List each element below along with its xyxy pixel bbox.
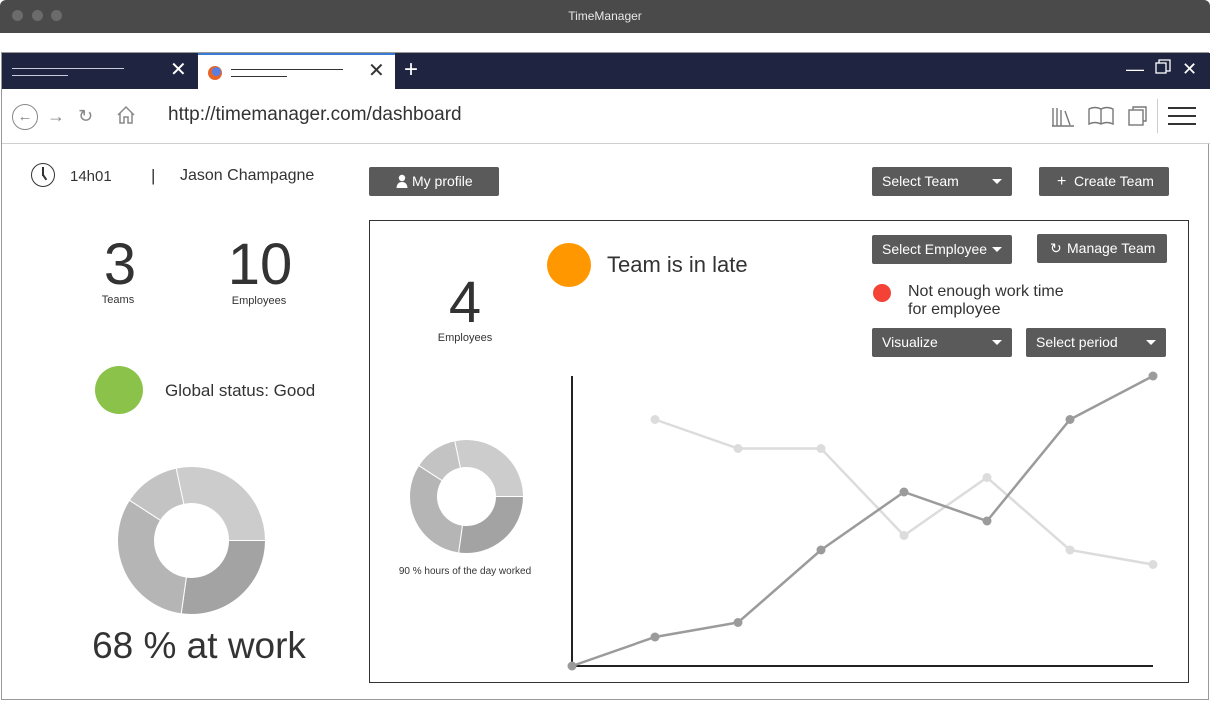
global-status-indicator (95, 366, 143, 414)
tab-title-placeholder (231, 69, 343, 70)
donut-slice (458, 496, 524, 554)
data-point (816, 444, 826, 453)
my-profile-button[interactable]: My profile (369, 167, 499, 196)
data-point (982, 473, 992, 482)
chevron-down-icon (1146, 340, 1156, 345)
at-work-donut-chart (117, 466, 266, 615)
donut-slice (409, 464, 464, 554)
back-arrow-icon[interactable]: ← (12, 104, 38, 130)
hours-worked-label: 90 % hours of the day worked (398, 566, 532, 577)
data-point (1148, 560, 1158, 569)
refresh-icon: ↻ (1050, 240, 1062, 256)
reload-icon[interactable]: ↻ (78, 105, 93, 127)
manage-team-label: Manage Team (1067, 240, 1156, 256)
donut-slice (180, 540, 266, 615)
tab-title-placeholder (12, 75, 68, 76)
hours-worked-donut-chart (409, 439, 524, 554)
data-point (650, 632, 660, 642)
forward-arrow-icon[interactable]: → (47, 105, 65, 127)
data-point (650, 415, 660, 424)
global-status-text: Global status: Good (165, 381, 316, 400)
data-point (899, 531, 909, 540)
window-title: TimeManager (568, 9, 642, 23)
browser-tab-active[interactable]: ✕ (198, 53, 395, 89)
create-team-button[interactable]: + Create Team (1039, 167, 1169, 196)
select-employee-label: Select Employee (882, 241, 988, 257)
library-icon[interactable] (1051, 105, 1075, 127)
chevron-down-icon (992, 179, 1002, 184)
team-status-text: Team is in late (607, 252, 748, 277)
alert-indicator (873, 284, 891, 302)
data-point (1065, 415, 1075, 424)
select-period-dropdown[interactable]: Select period (1026, 328, 1166, 357)
donut-slice (117, 499, 187, 615)
new-tab-icon[interactable]: + (404, 58, 418, 82)
team-activity-line-chart (567, 371, 1158, 671)
data-point (899, 487, 909, 497)
alert-message: Not enough work time for employee (908, 283, 1064, 319)
restore-icon[interactable] (1155, 59, 1171, 79)
team-employees-count: 4 (448, 270, 482, 335)
plus-icon: + (1057, 173, 1067, 190)
manage-team-button[interactable]: ↻ Manage Team (1037, 234, 1167, 263)
home-icon[interactable] (115, 104, 137, 131)
tab-title-placeholder (231, 76, 287, 77)
teams-label: Teams (101, 294, 135, 306)
alert-line-2: for employee (908, 301, 1001, 318)
minimize-icon[interactable]: — (1126, 59, 1144, 79)
at-work-percentage: 68 % at work (92, 625, 306, 666)
chevron-down-icon (992, 340, 1002, 345)
user-icon (396, 167, 408, 196)
clock-icon (31, 163, 55, 187)
reader-view-icon[interactable] (1088, 105, 1114, 127)
firefox-logo-icon (208, 66, 222, 80)
tab-bar: ✕ ✕ + — ✕ (2, 53, 1210, 89)
data-point (567, 661, 577, 671)
data-point (733, 444, 743, 453)
data-point (1065, 545, 1075, 555)
alert-line-1: Not enough work time (908, 283, 1064, 300)
team-status-indicator (547, 243, 591, 287)
tab-title-placeholder (12, 68, 124, 69)
toolbar-separator (1157, 99, 1158, 133)
close-tab-icon[interactable]: ✕ (368, 61, 385, 81)
navigation-bar: ← → ↻ http://timemanager.com/dashboard (2, 89, 1210, 144)
my-profile-label: My profile (412, 173, 473, 189)
donut-slice (175, 466, 266, 541)
employees-count: 10 (227, 232, 293, 297)
chevron-down-icon (992, 247, 1002, 252)
close-browser-icon[interactable]: ✕ (1182, 59, 1197, 79)
team-employees-label: Employees (437, 332, 493, 344)
select-employee-dropdown[interactable]: Select Employee (872, 235, 1012, 264)
browser-tab-inactive[interactable]: ✕ (2, 53, 197, 89)
visualize-label: Visualize (882, 334, 938, 350)
user-name: Jason Champagne (180, 167, 315, 184)
teams-count: 3 (103, 232, 137, 297)
select-team-label: Select Team (882, 173, 959, 189)
tabs-overview-icon[interactable] (1127, 105, 1151, 127)
header-separator: | (151, 166, 156, 185)
create-team-label: Create Team (1074, 173, 1154, 189)
address-bar[interactable]: http://timemanager.com/dashboard (168, 104, 462, 126)
current-time: 14h01 (70, 168, 112, 185)
select-period-label: Select period (1036, 334, 1118, 350)
window-titlebar: TimeManager (0, 0, 1210, 33)
data-point (1148, 371, 1158, 381)
employees-label: Employees (231, 295, 287, 307)
menu-icon[interactable] (1168, 107, 1196, 127)
close-tab-icon[interactable]: ✕ (170, 60, 187, 80)
data-point (982, 516, 992, 526)
select-team-dropdown[interactable]: Select Team (872, 167, 1012, 196)
donut-slice (454, 439, 524, 497)
data-point (733, 618, 743, 627)
visualize-dropdown[interactable]: Visualize (872, 328, 1012, 357)
data-point (816, 545, 826, 555)
